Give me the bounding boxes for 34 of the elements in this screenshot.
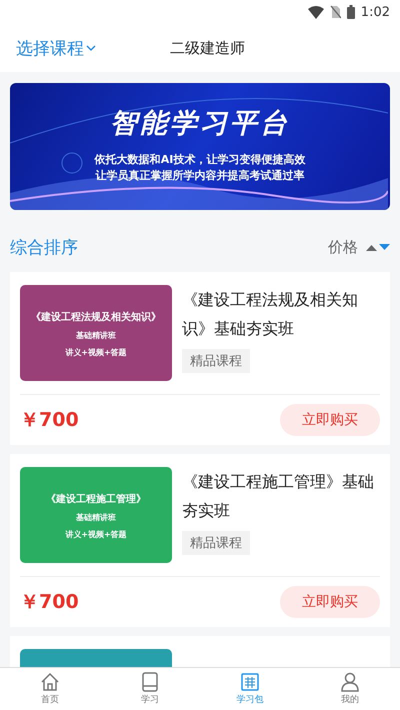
cover-subtitle: 基础精讲班	[76, 330, 116, 341]
grid-document-icon	[240, 672, 260, 692]
tab-bar-item[interactable]: 学习	[100, 668, 200, 710]
no-sim-icon	[330, 5, 341, 19]
tab-bar-item[interactable]: 我的	[300, 668, 400, 710]
buy-now-button[interactable]: 立即购买	[280, 586, 380, 618]
home-icon	[40, 672, 60, 692]
tab-bar-item[interactable]: 首页	[0, 668, 100, 710]
course-price: ￥700	[20, 590, 79, 615]
battery-icon	[346, 5, 355, 19]
cover-title: 《建设工程法规及相关知识》	[31, 310, 161, 324]
price-sort-option[interactable]: 价格	[328, 238, 358, 256]
buy-now-button[interactable]: 立即购买	[280, 404, 380, 436]
course-price: ￥700	[20, 408, 79, 433]
status-time: 1:02	[360, 4, 390, 20]
course-title[interactable]: 《建设工程法规及相关知识》基础夯实班	[182, 285, 380, 343]
course-tag: 精品课程	[182, 531, 250, 555]
page-title: 二级建造师	[170, 38, 245, 58]
cover-title: 《建设工程施工管理》	[46, 492, 146, 506]
cover-subtitle: 基础精讲班	[76, 512, 116, 523]
wifi-icon	[308, 6, 324, 18]
person-icon	[340, 672, 360, 692]
cover-features: 讲义+视频+答题	[65, 347, 127, 358]
banner-tagline: 让学员真正掌握所学内容并提高考试通过率	[94, 168, 306, 183]
banner-tagline: 依托大数据和AI技术，让学习变得便捷高效	[93, 152, 306, 167]
book-icon	[140, 672, 160, 692]
banner-headline: 智能学习平台	[109, 107, 291, 141]
chevron-down-icon	[86, 44, 96, 52]
cover-features: 讲义+视频+答题	[65, 529, 127, 540]
course-picker[interactable]: 选择课程	[16, 36, 96, 60]
course-tag: 精品课程	[182, 349, 250, 373]
tab-bar-item[interactable]: 学习包	[200, 668, 300, 710]
sort-option[interactable]: 综合排序	[10, 236, 328, 258]
course-title[interactable]: 《建设工程施工管理》基础夯实班	[182, 467, 380, 525]
